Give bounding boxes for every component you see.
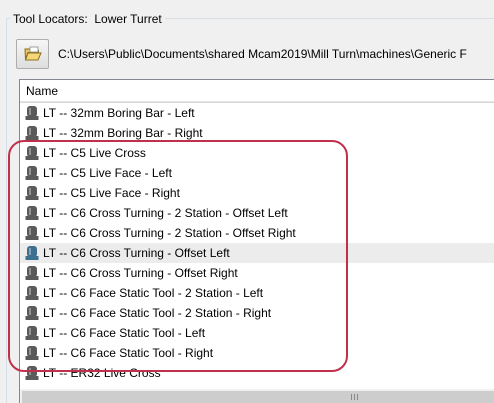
machine-path: C:\Users\Public\Documents\shared Mcam201… <box>58 47 467 61</box>
list-item[interactable]: LT -- C6 Cross Turning - Offset Right <box>20 263 494 283</box>
list-item-label: LT -- C5 Live Cross <box>43 146 146 160</box>
folder-open-icon <box>24 46 42 61</box>
list-item[interactable]: LT -- C6 Face Static Tool - 2 Station - … <box>20 303 494 323</box>
column-header-label: Name <box>26 84 59 98</box>
list-item-label: LT -- ER32 Live Cross <box>43 366 161 380</box>
list-rows: LT -- 32mm Boring Bar - Left LT -- 32mm B… <box>20 103 494 383</box>
list-item[interactable]: LT -- C6 Face Static Tool - Right <box>20 343 494 363</box>
path-row: C:\Users\Public\Documents\shared Mcam201… <box>16 39 494 69</box>
group-title: Tool Locators: Lower Turret <box>10 11 165 27</box>
thumb-grip <box>357 394 358 400</box>
list-item[interactable]: LT -- 32mm Boring Bar - Left <box>20 103 494 123</box>
list-item-label: LT -- C5 Live Face - Left <box>43 166 172 180</box>
list-item-label: LT -- C6 Face Static Tool - 2 Station - … <box>43 286 264 300</box>
list-item[interactable]: LT -- 32mm Boring Bar - Right <box>20 123 494 143</box>
list-item[interactable]: LT -- C6 Face Static Tool - 2 Station - … <box>20 283 494 303</box>
list-item[interactable]: LT -- C5 Live Face - Left <box>20 163 494 183</box>
thumb-grip <box>351 394 352 400</box>
list-item-label: LT -- C6 Cross Turning - Offset Right <box>43 266 238 280</box>
list-item-label: LT -- C6 Face Static Tool - Right <box>43 346 214 360</box>
column-header-name[interactable]: Name <box>20 80 494 102</box>
scrollbar-thumb[interactable] <box>22 391 494 403</box>
list-item-label: LT -- 32mm Boring Bar - Left <box>43 106 195 120</box>
open-folder-button[interactable] <box>16 39 49 69</box>
list-item[interactable]: LT -- C6 Cross Turning - 2 Station - Off… <box>20 223 494 243</box>
tool-locator-icon <box>25 365 39 387</box>
thumb-grip <box>354 394 355 400</box>
list-item-label: LT -- C6 Cross Turning - Offset Left <box>43 246 230 260</box>
horizontal-scrollbar[interactable] <box>20 389 494 403</box>
list-item[interactable]: LT -- C5 Live Face - Right <box>20 183 494 203</box>
list-item[interactable]: LT -- C5 Live Cross <box>20 143 494 163</box>
list-item[interactable]: LT -- C6 Cross Turning - 2 Station - Off… <box>20 203 494 223</box>
list-item[interactable]: LT -- C6 Cross Turning - Offset Left <box>20 243 494 263</box>
list-item-label: LT -- C5 Live Face - Right <box>43 186 180 200</box>
list-item[interactable]: LT -- C6 Face Static Tool - Left <box>20 323 494 343</box>
tool-locator-list[interactable]: Name LT -- 32mm Boring Bar - Left LT -- 3… <box>19 79 494 403</box>
list-item-label: LT -- C6 Cross Turning - 2 Station - Off… <box>43 226 296 240</box>
list-item-label: LT -- 32mm Boring Bar - Right <box>43 126 203 140</box>
list-item[interactable]: LT -- ER32 Live Cross <box>20 363 494 383</box>
list-item-label: LT -- C6 Face Static Tool - Left <box>43 326 206 340</box>
list-item-label: LT -- C6 Face Static Tool - 2 Station - … <box>43 306 272 320</box>
list-item-label: LT -- C6 Cross Turning - 2 Station - Off… <box>43 206 288 220</box>
